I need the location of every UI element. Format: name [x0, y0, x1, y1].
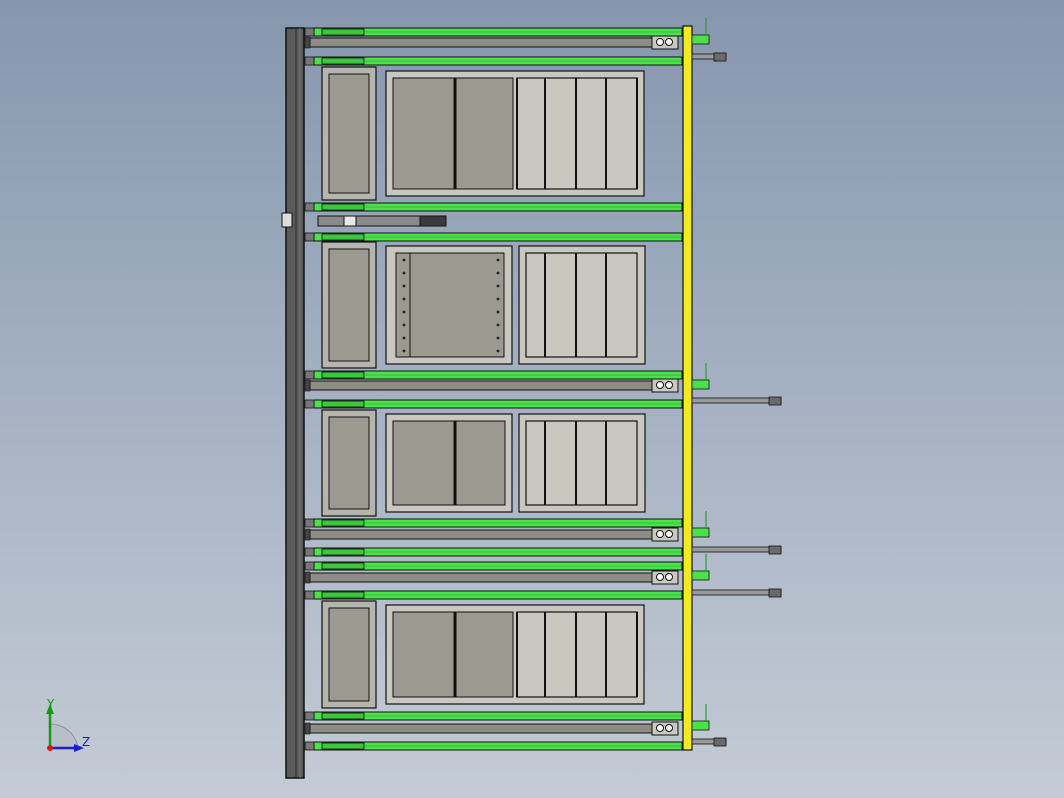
- green-bracket: [691, 363, 710, 390]
- green-rail: [304, 56, 683, 66]
- right-yellow-post: [682, 25, 693, 751]
- green-rail: [304, 232, 683, 242]
- green-rail: [304, 547, 683, 557]
- cylinder-bar: [304, 35, 679, 50]
- triad-z-label: Z: [82, 735, 90, 749]
- piston-rod: [691, 588, 782, 598]
- piston-rod: [691, 545, 782, 555]
- left-vertical-column: [285, 27, 305, 779]
- green-bracket: [691, 511, 710, 538]
- piston-rod: [691, 52, 727, 62]
- triad-y-label: Y: [46, 697, 55, 711]
- cylinder-bar: [304, 378, 679, 393]
- panel-group: [321, 409, 646, 517]
- green-rail: [304, 399, 683, 409]
- panel-group: [321, 241, 646, 369]
- cylinder-bar: [304, 570, 679, 585]
- panel-group: [321, 600, 645, 709]
- green-rail: [304, 561, 683, 571]
- green-rail: [304, 27, 683, 37]
- right-side-rods: [691, 18, 782, 747]
- green-rail: [304, 711, 683, 721]
- cad-graphics-viewport[interactable]: Y Z: [0, 0, 1064, 798]
- green-rail: [304, 202, 683, 212]
- green-bracket: [691, 704, 710, 731]
- green-rail: [304, 741, 683, 751]
- cylinder-bar: [304, 721, 679, 736]
- upper-bracket: [281, 212, 447, 228]
- green-rail: [304, 518, 683, 528]
- cylinder-bar: [304, 527, 679, 542]
- green-rail: [304, 590, 683, 600]
- green-bracket: [691, 18, 710, 45]
- panel-group: [321, 66, 645, 201]
- green-bracket: [691, 554, 710, 581]
- assembly-side-view[interactable]: Y Z: [0, 0, 1064, 798]
- view-orientation-triad-icon[interactable]: Y Z: [46, 697, 90, 752]
- piston-rod: [691, 737, 727, 747]
- piston-rod: [691, 396, 782, 406]
- green-rail: [304, 370, 683, 380]
